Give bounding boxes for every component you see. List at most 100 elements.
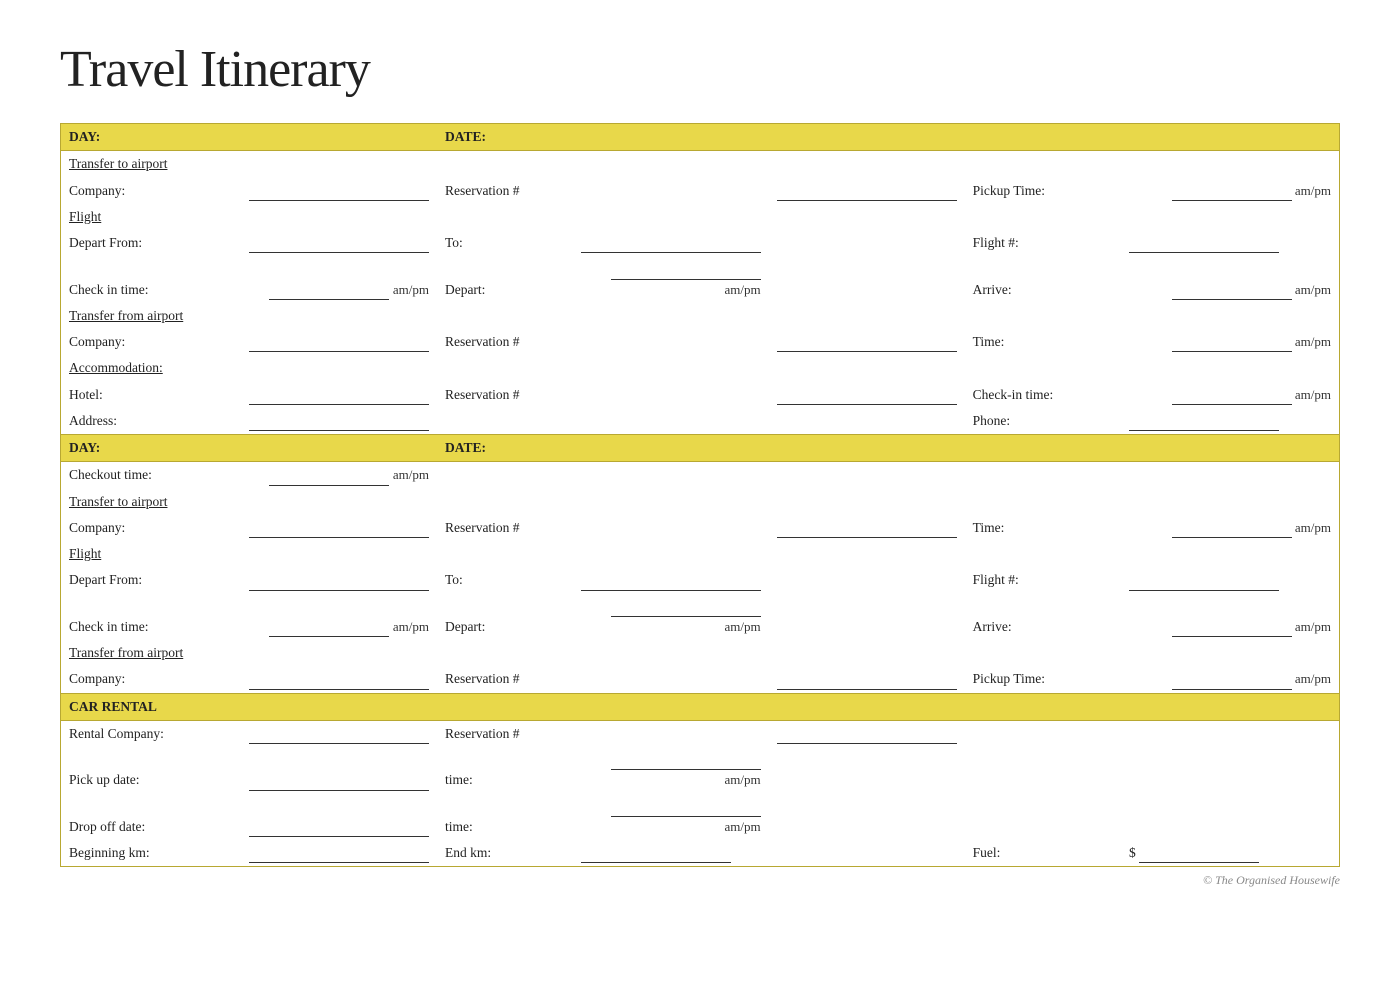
date-label-2: DATE:: [437, 435, 1340, 462]
flight-hash-2-label: Flight #:: [965, 567, 1121, 593]
company-from-2-label: Company:: [61, 666, 241, 693]
pickup-time-1-label: Pickup Time:: [965, 178, 1121, 204]
depart-from-2-label: Depart From:: [61, 567, 241, 593]
arrive-1-field[interactable]: am/pm: [1121, 256, 1340, 303]
to-2-field[interactable]: [573, 567, 769, 593]
transfer-company-1-row: Company: Reservation # Pickup Time: am/p…: [61, 178, 1340, 204]
checkin-time-field[interactable]: am/pm: [1121, 382, 1340, 408]
rental-company-row: Rental Company: Reservation #: [61, 720, 1340, 747]
km-row: Beginning km: End km: Fuel: $: [61, 840, 1340, 867]
flight-hash-1-label: Flight #:: [965, 230, 1121, 256]
flight-2-checkin-row: Check in time: am/pm Depart: am/pm Arriv…: [61, 594, 1340, 641]
transfer-to-2-label-row: Transfer to airport: [61, 489, 1340, 515]
time-car-pickup-label: time:: [437, 747, 573, 794]
checkin-2-field[interactable]: am/pm: [241, 594, 437, 641]
transfer-to-airport-1-row: Transfer to airport: [61, 151, 1340, 178]
reservation-hotel-field[interactable]: [769, 382, 965, 408]
fuel-label: Fuel:: [965, 840, 1121, 867]
company-to-2-field[interactable]: [241, 515, 437, 541]
depart-2-field[interactable]: am/pm: [573, 594, 769, 641]
company-from-1-label: Company:: [61, 329, 241, 355]
pickup-date-field[interactable]: [241, 747, 437, 794]
transfer-to-2-company-row: Company: Reservation # Time: am/pm: [61, 515, 1340, 541]
depart-from-1-label: Depart From:: [61, 230, 241, 256]
reservation-hotel-label: Reservation #: [437, 382, 769, 408]
time-car-pickup-field[interactable]: am/pm: [573, 747, 769, 794]
company-1-field[interactable]: [241, 178, 437, 204]
page-title: Travel Itinerary: [60, 40, 1340, 99]
end-km-label: End km:: [437, 840, 573, 867]
pickup-date-row: Pick up date: time: am/pm: [61, 747, 1340, 794]
reservation-from-2-label: Reservation #: [437, 666, 769, 693]
checkout-field[interactable]: am/pm: [241, 462, 437, 489]
date-label-1: DATE:: [437, 124, 1340, 151]
itinerary-table: DAY: DATE: Transfer to airport Company: …: [60, 123, 1340, 867]
company-from-1-field[interactable]: [241, 329, 437, 355]
beginning-km-field[interactable]: [241, 840, 437, 867]
company-from-2-field[interactable]: [241, 666, 437, 693]
reservation-from-2-field[interactable]: [769, 666, 965, 693]
checkout-row: Checkout time: am/pm: [61, 462, 1340, 489]
time-from-1-label: Time:: [965, 329, 1121, 355]
flight-2-depart-row: Depart From: To: Flight #:: [61, 567, 1340, 593]
arrive-2-field[interactable]: am/pm: [1121, 594, 1340, 641]
time-car-dropoff-label: time:: [437, 794, 573, 841]
arrive-1-label: Arrive:: [965, 256, 1121, 303]
to-1-label: To:: [437, 230, 573, 256]
time-car-dropoff-field[interactable]: am/pm: [573, 794, 769, 841]
company-to-2-label: Company:: [61, 515, 241, 541]
hotel-label: Hotel:: [61, 382, 241, 408]
checkin-2-label: Check in time:: [61, 594, 241, 641]
pickup-date-label: Pick up date:: [61, 747, 241, 794]
to-2-label: To:: [437, 567, 573, 593]
pickup-time-2-label: Pickup Time:: [965, 666, 1121, 693]
phone-label: Phone:: [965, 408, 1121, 435]
transfer-from-1-company-row: Company: Reservation # Time: am/pm: [61, 329, 1340, 355]
rental-company-label: Rental Company:: [61, 720, 241, 747]
dropoff-date-label: Drop off date:: [61, 794, 241, 841]
end-km-field[interactable]: [573, 840, 769, 867]
transfer-from-2-label-row: Transfer from airport: [61, 640, 1340, 666]
flight-hash-1-field[interactable]: [1121, 230, 1340, 256]
flight-hash-2-field[interactable]: [1121, 567, 1340, 593]
checkin-1-label: Check in time:: [61, 256, 241, 303]
to-1-field[interactable]: [573, 230, 769, 256]
reservation-car-field[interactable]: [769, 720, 1340, 747]
day-label-2: DAY:: [61, 435, 437, 462]
rental-company-field[interactable]: [241, 720, 437, 747]
depart-from-2-field[interactable]: [241, 567, 437, 593]
section2-header: DAY: DATE:: [61, 435, 1340, 462]
reservation-1-field[interactable]: [769, 178, 965, 204]
transfer-from-2-company-row: Company: Reservation # Pickup Time: am/p…: [61, 666, 1340, 693]
pickup-time-2-field[interactable]: am/pm: [1121, 666, 1340, 693]
arrive-2-label: Arrive:: [965, 594, 1121, 641]
flight-2-label-row: Flight: [61, 541, 1340, 567]
accommodation-label-row: Accommodation:: [61, 355, 1340, 381]
dropoff-date-field[interactable]: [241, 794, 437, 841]
depart-1-field[interactable]: am/pm: [573, 256, 769, 303]
depart-1-label: Depart:: [437, 256, 573, 303]
fuel-field[interactable]: $: [1121, 840, 1340, 867]
hotel-field[interactable]: [241, 382, 437, 408]
address-row: Address: Phone:: [61, 408, 1340, 435]
reservation-to-2-field[interactable]: [769, 515, 965, 541]
beginning-km-label: Beginning km:: [61, 840, 241, 867]
copyright: © The Organised Housewife: [60, 873, 1340, 888]
car-rental-label: CAR RENTAL: [61, 693, 1340, 720]
checkout-label: Checkout time:: [61, 462, 241, 489]
depart-from-1-field[interactable]: [241, 230, 437, 256]
reservation-from-1-field[interactable]: [769, 329, 965, 355]
day-label-1: DAY:: [61, 124, 437, 151]
time-to-2-field[interactable]: am/pm: [1121, 515, 1340, 541]
flight-1-label-row: Flight: [61, 204, 1340, 230]
address-field[interactable]: [241, 408, 437, 435]
time-from-1-field[interactable]: am/pm: [1121, 329, 1340, 355]
hotel-row: Hotel: Reservation # Check-in time: am/p…: [61, 382, 1340, 408]
checkin-time-label: Check-in time:: [965, 382, 1121, 408]
transfer-from-1-label-row: Transfer from airport: [61, 303, 1340, 329]
phone-field[interactable]: [1121, 408, 1340, 435]
flight-1-depart-row: Depart From: To: Flight #:: [61, 230, 1340, 256]
reservation-1-label: Reservation #: [437, 178, 769, 204]
checkin-1-field[interactable]: am/pm: [241, 256, 437, 303]
pickup-time-1-field[interactable]: am/pm: [1121, 178, 1340, 204]
